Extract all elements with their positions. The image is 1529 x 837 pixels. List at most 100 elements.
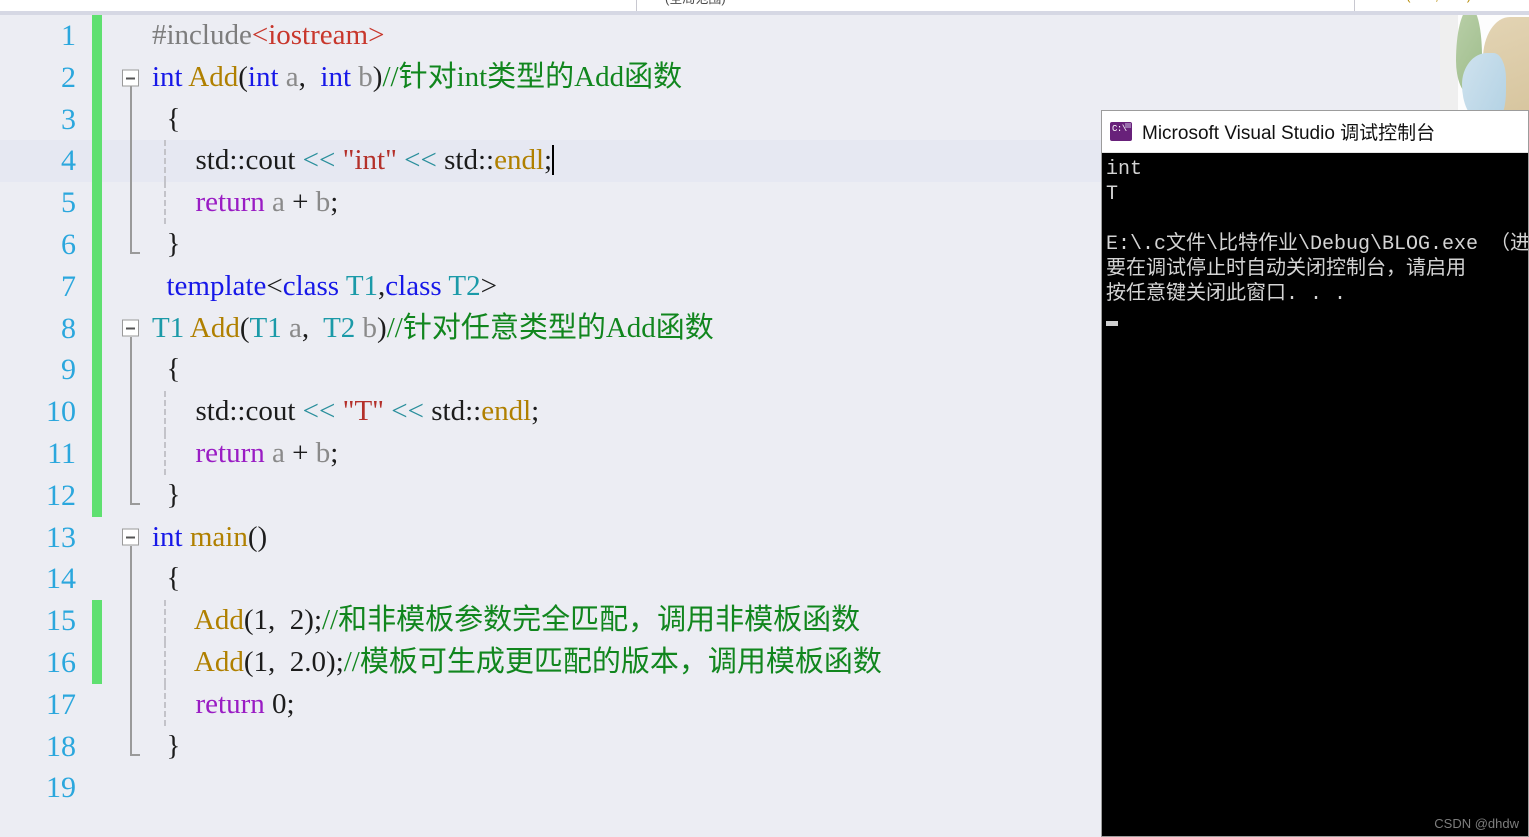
code-token: Add bbox=[188, 60, 239, 93]
code-token: } bbox=[152, 227, 181, 260]
code-token: std bbox=[436, 144, 478, 177]
gutter-gap bbox=[102, 391, 120, 433]
code-token: 1, 2 bbox=[253, 604, 305, 637]
outlining-region-line bbox=[130, 349, 132, 392]
outlining-column[interactable] bbox=[120, 432, 142, 475]
outlining-region-line bbox=[130, 182, 132, 224]
outlining-region-line bbox=[130, 336, 132, 350]
corner-image-blue-shape bbox=[1462, 53, 1506, 115]
outlining-column[interactable] bbox=[120, 641, 142, 684]
collapse-minus-icon[interactable] bbox=[122, 319, 139, 337]
outlining-column[interactable] bbox=[120, 558, 142, 601]
gutter-gap bbox=[102, 266, 120, 308]
code-token: return bbox=[195, 436, 265, 469]
outlining-column[interactable] bbox=[120, 600, 142, 642]
code-token: ); bbox=[304, 604, 322, 637]
change-indicator-bar bbox=[92, 517, 102, 559]
outlining-region-end bbox=[130, 725, 140, 756]
code-token: <iostream> bbox=[251, 19, 385, 51]
code-token: "int" bbox=[342, 144, 397, 177]
line-number: 9 bbox=[61, 353, 76, 387]
code-token: a bbox=[285, 60, 299, 93]
outlining-column[interactable] bbox=[120, 57, 142, 99]
code-token: << bbox=[302, 144, 336, 177]
code-token: 0 bbox=[272, 687, 287, 720]
code-token: main bbox=[189, 520, 248, 553]
code-token: int bbox=[152, 520, 183, 553]
nav-dropdown-scope[interactable]: (全局范围) bbox=[637, 0, 1355, 11]
code-token: int bbox=[247, 60, 279, 93]
code-token: ; bbox=[330, 436, 339, 469]
outlining-column[interactable] bbox=[120, 517, 142, 559]
console-cmd-icon bbox=[1110, 122, 1132, 141]
outlining-region-end bbox=[130, 474, 140, 505]
outlining-column[interactable] bbox=[120, 349, 142, 392]
code-line-row[interactable]: 2 int Add(int a, int b)//针对int类型的Add函数 bbox=[0, 56, 1529, 99]
code-token: Add bbox=[193, 604, 244, 637]
nav-dropdown-function[interactable]: Add(int a, int b) bbox=[1355, 0, 1529, 11]
outlining-column[interactable] bbox=[120, 683, 142, 726]
nav-dropdown-scope-label: (全局范围) bbox=[665, 0, 726, 7]
outlining-column[interactable] bbox=[120, 140, 142, 183]
code-token: ; bbox=[330, 186, 339, 219]
gutter-gap bbox=[102, 767, 120, 809]
nav-separator bbox=[0, 11, 1529, 15]
indent-guide bbox=[164, 683, 166, 726]
outlining-column[interactable] bbox=[120, 266, 142, 308]
csdn-watermark: CSDN @dhdw bbox=[1434, 816, 1519, 831]
code-token: << bbox=[391, 395, 424, 428]
line-number: 14 bbox=[46, 562, 76, 596]
line-number: 19 bbox=[46, 771, 76, 805]
nav-dropdown-file[interactable] bbox=[0, 0, 637, 11]
indent-guide bbox=[164, 182, 166, 224]
line-number: 18 bbox=[46, 729, 76, 763]
change-indicator-bar bbox=[92, 182, 102, 224]
code-line-row[interactable]: 1 #include<iostream> bbox=[0, 15, 1529, 57]
outlining-column[interactable] bbox=[120, 308, 142, 350]
change-indicator-bar bbox=[92, 15, 102, 57]
change-indicator-bar bbox=[92, 349, 102, 392]
change-indicator-bar bbox=[92, 767, 102, 809]
line-number: 3 bbox=[61, 102, 76, 136]
collapse-minus-icon[interactable] bbox=[122, 69, 139, 87]
code-token: ( bbox=[238, 60, 248, 93]
indent-guide bbox=[164, 432, 166, 475]
code-token: :: bbox=[477, 144, 495, 177]
outlining-region-line bbox=[130, 683, 132, 726]
outlining-column[interactable] bbox=[120, 98, 142, 141]
code-token: cout bbox=[245, 144, 303, 177]
editor-navigation-bar: (全局范围) Add(int a, int b) bbox=[0, 0, 1529, 11]
code-token: :: bbox=[229, 144, 246, 177]
code-token: Add bbox=[189, 311, 240, 344]
gutter-gap bbox=[102, 182, 120, 224]
code-token: Add bbox=[193, 645, 244, 678]
console-title-bar[interactable]: Microsoft Visual Studio 调试控制台 bbox=[1102, 111, 1528, 153]
outlining-column[interactable] bbox=[120, 474, 142, 517]
line-number: 8 bbox=[61, 311, 76, 345]
outlining-column[interactable] bbox=[120, 767, 142, 809]
code-token: int bbox=[320, 60, 352, 93]
collapse-minus-icon[interactable] bbox=[122, 528, 139, 546]
outlining-region-line bbox=[130, 641, 132, 684]
outlining-column[interactable] bbox=[120, 15, 142, 57]
code-token: //针对任意类型的Add函数 bbox=[386, 311, 714, 344]
outlining-region-line bbox=[130, 85, 132, 99]
code-token: template bbox=[166, 269, 267, 302]
outlining-column[interactable] bbox=[120, 182, 142, 224]
code-token: endl bbox=[494, 144, 545, 177]
line-number: 15 bbox=[46, 604, 76, 638]
code-token: a bbox=[272, 186, 285, 219]
outlining-column[interactable] bbox=[120, 391, 142, 433]
outlining-column[interactable] bbox=[120, 725, 142, 768]
code-token: { bbox=[152, 562, 181, 595]
outlining-column[interactable] bbox=[120, 223, 142, 266]
code-token: ( bbox=[243, 645, 254, 678]
debug-console-window[interactable]: Microsoft Visual Studio 调试控制台 int T E:\.… bbox=[1101, 110, 1529, 837]
